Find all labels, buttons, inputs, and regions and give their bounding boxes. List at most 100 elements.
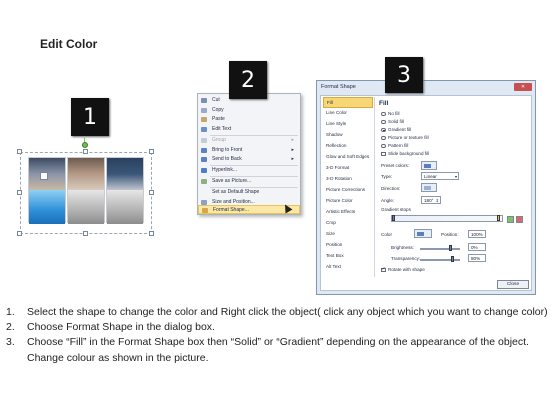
resize-handle[interactable] <box>83 149 88 154</box>
nav-line-color[interactable]: Line Color <box>323 108 373 119</box>
color-label: Color <box>381 232 392 237</box>
radio-gradient-fill[interactable]: Gradient fill <box>381 126 411 133</box>
preset-colors-dropdown[interactable] <box>421 161 437 170</box>
brightness-spinner[interactable]: 0% <box>468 243 486 251</box>
resize-handle[interactable] <box>83 231 88 236</box>
resize-handle[interactable] <box>149 149 154 154</box>
nav-text-box[interactable]: Text Box <box>323 251 373 262</box>
preset-colors-label: Preset colors: <box>381 163 410 168</box>
context-menu: Cut Copy Paste Edit Text Group ▸ Bring to… <box>197 93 301 215</box>
nav-line-style[interactable]: Line Style <box>323 119 373 130</box>
direction-dropdown[interactable] <box>421 183 437 192</box>
resize-handle[interactable] <box>17 231 22 236</box>
checkbox-slide-background[interactable]: Slide background fill <box>381 150 429 157</box>
brightness-slider[interactable] <box>420 248 460 250</box>
hyperlink-icon <box>201 168 207 173</box>
menu-item-set-default-shape[interactable]: Set as Default Shape <box>198 188 300 197</box>
submenu-arrow-icon: ▸ <box>291 146 294 153</box>
position-spinner[interactable]: 100% <box>468 230 486 238</box>
nav-position[interactable]: Position <box>323 240 373 251</box>
radio-picture-fill[interactable]: Picture or texture fill <box>381 134 429 141</box>
nav-crop[interactable]: Crop <box>323 218 373 229</box>
resize-handle[interactable] <box>17 190 22 195</box>
fill-section-title: Fill <box>379 100 389 107</box>
menu-item-save-as-picture[interactable]: Save as Picture... <box>198 177 300 186</box>
nav-artistic-effects[interactable]: Artistic Effects <box>323 207 373 218</box>
radio-selected-icon <box>381 127 386 132</box>
rotation-handle[interactable] <box>82 142 88 148</box>
nav-size[interactable]: Size <box>323 229 373 240</box>
gray-gradient-bar <box>68 190 104 224</box>
close-button[interactable]: Close <box>497 280 529 289</box>
radio-icon <box>381 119 386 124</box>
picture-icon <box>201 179 207 184</box>
remove-stop-icon[interactable] <box>516 216 523 223</box>
type-label: Type: <box>381 174 393 179</box>
chevron-down-icon: ▾ <box>454 174 457 179</box>
checkbox-rotate-with-shape[interactable]: Rotate with shape <box>381 266 425 273</box>
nav-alt-text[interactable]: Alt Text <box>323 262 373 273</box>
resize-handle[interactable] <box>149 231 154 236</box>
resize-handle[interactable] <box>149 190 154 195</box>
dialog-nav: Fill Line Color Line Style Shadow Reflec… <box>319 97 375 277</box>
group-icon <box>201 138 207 143</box>
menu-item-send-to-back[interactable]: Send to Back ▸ <box>198 155 300 164</box>
gradient-stop-left[interactable] <box>392 215 395 221</box>
nav-picture-corrections[interactable]: Picture Corrections <box>323 185 373 196</box>
direction-label: Direction: <box>381 186 401 191</box>
direction-swatch-icon <box>424 186 431 190</box>
resize-handle[interactable] <box>17 149 22 154</box>
menu-item-edit-text[interactable]: Edit Text <box>198 125 300 134</box>
transparency-slider[interactable] <box>420 259 460 261</box>
add-stop-icon[interactable] <box>507 216 514 223</box>
transparency-slider-knob[interactable] <box>451 256 454 262</box>
edit-text-icon <box>201 126 207 132</box>
nav-picture-color[interactable]: Picture Color <box>323 196 373 207</box>
menu-item-group[interactable]: Group ▸ <box>198 136 300 145</box>
dialog-close-x-button[interactable]: ✕ <box>514 83 532 91</box>
send-back-icon <box>201 157 207 162</box>
radio-icon <box>381 135 386 140</box>
nav-3d-format[interactable]: 3-D Format <box>323 163 373 174</box>
radio-pattern-fill[interactable]: Pattern fill <box>381 142 408 149</box>
menu-item-copy[interactable]: Copy <box>198 106 300 115</box>
radio-icon <box>381 143 386 148</box>
radio-no-fill[interactable]: No fill <box>381 110 400 117</box>
step-badge-2: 2 <box>229 61 267 99</box>
nav-glow-soft-edges[interactable]: Glow and Soft Edges <box>323 152 373 163</box>
menu-item-hyperlink[interactable]: Hyperlink... <box>198 166 300 175</box>
format-shape-icon <box>202 208 208 213</box>
brightness-slider-knob[interactable] <box>449 245 452 251</box>
image-tile-handshake[interactable] <box>28 157 66 224</box>
nav-3d-rotation[interactable]: 3-D Rotation <box>323 174 373 185</box>
submenu-arrow-icon: ▸ <box>291 137 294 143</box>
copy-icon <box>201 107 207 113</box>
paste-icon <box>201 117 207 122</box>
blue-gradient-bar <box>29 190 65 224</box>
color-swatch-icon <box>424 164 431 168</box>
spinner-arrows-icon: ⇕ <box>435 198 439 203</box>
angle-spinner[interactable]: 180° ⇕ <box>421 196 441 204</box>
checkbox-checked-icon <box>381 266 386 272</box>
type-dropdown[interactable]: Linear ▾ <box>421 172 459 180</box>
stop-color-dropdown[interactable] <box>414 229 432 238</box>
nav-shadow[interactable]: Shadow <box>323 130 373 141</box>
gradient-stops-bar[interactable] <box>391 215 503 222</box>
bring-front-icon <box>201 147 207 153</box>
step-badge-3: 3 <box>385 57 423 93</box>
radio-solid-fill[interactable]: Solid fill <box>381 118 404 125</box>
menu-item-bring-to-front[interactable]: Bring to Front ▸ <box>198 146 300 155</box>
nav-reflection[interactable]: Reflection <box>323 141 373 152</box>
scissors-icon <box>201 98 207 103</box>
step-badge-1: 1 <box>71 98 109 136</box>
instructions-list: 1. Select the shape to change the color a… <box>6 305 554 366</box>
menu-item-paste[interactable]: Paste <box>198 115 300 124</box>
nav-fill[interactable]: Fill <box>323 97 373 108</box>
instruction-item: 3. Choose “Fill” in the Format Shape box … <box>6 336 529 364</box>
image-tile-businessman[interactable] <box>106 157 144 224</box>
gradient-stop-right[interactable] <box>497 215 500 221</box>
dialog-title: Format Shape <box>321 84 356 90</box>
transparency-spinner[interactable]: 80% <box>468 254 486 262</box>
image-tile-hands[interactable] <box>67 157 105 224</box>
hands-photo <box>68 158 104 190</box>
